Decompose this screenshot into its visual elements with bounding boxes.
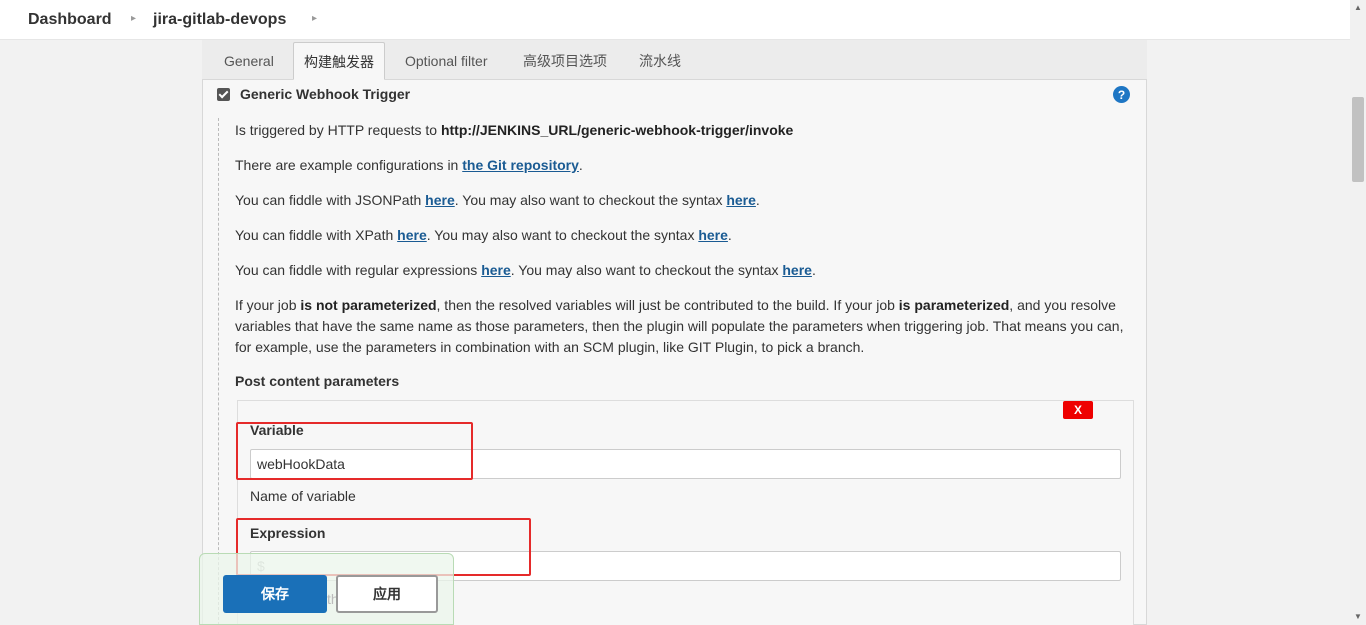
delete-parameter-button[interactable]: X [1063,401,1093,419]
breadcrumb-job[interactable]: jira-gitlab-devops [153,11,286,29]
parameterized-description: If your job is not parameterized, then t… [235,297,1124,355]
variable-highlight-box [236,422,473,480]
git-repository-link[interactable]: the Git repository [462,157,579,173]
xpath-description: You can fiddle with XPath here. You may … [235,227,732,243]
save-button[interactable]: 保存 [223,575,327,613]
scrollbar-thumb[interactable] [1352,97,1364,182]
variable-help-text: Name of variable [250,488,356,504]
tab-build-triggers[interactable]: 构建触发器 [293,42,385,80]
tab-advanced-project-options[interactable]: 高级项目选项 [513,42,617,80]
config-tabs: General 构建触发器 Optional filter 高级项目选项 流水线 [202,40,1147,80]
xpath-syntax-link[interactable]: here [698,227,728,243]
tab-general[interactable]: General [214,42,284,80]
xpath-fiddle-link[interactable]: here [397,227,427,243]
example-config-description: There are example configurations in the … [235,157,583,173]
trigger-url-description: Is triggered by HTTP requests to http://… [235,122,794,138]
breadcrumb-separator-icon[interactable]: ▸ [312,13,317,24]
section-indent-line [218,118,219,625]
jsonpath-description: You can fiddle with JSONPath here. You m… [235,192,760,208]
scroll-down-icon[interactable]: ▼ [1354,612,1362,621]
help-icon[interactable]: ? [1113,86,1130,103]
breadcrumb-bar: Dashboard ▸ jira-gitlab-devops ▸ [0,0,1350,40]
trigger-url: http://JENKINS_URL/generic-webhook-trigg… [440,122,794,138]
tab-optional-filter[interactable]: Optional filter [395,42,497,80]
tab-pipeline[interactable]: 流水线 [629,42,691,80]
page-scrollbar[interactable] [1350,0,1366,625]
regex-syntax-link[interactable]: here [782,262,812,278]
regex-fiddle-link[interactable]: here [481,262,511,278]
breadcrumb-separator-icon[interactable]: ▸ [131,13,136,24]
generic-webhook-trigger-row: Generic Webhook Trigger [217,86,410,102]
post-content-parameters-title: Post content parameters [235,373,400,389]
generic-webhook-trigger-checkbox[interactable] [217,87,230,101]
apply-button[interactable]: 应用 [336,575,438,613]
scroll-up-icon[interactable]: ▲ [1354,3,1362,12]
jsonpath-fiddle-link[interactable]: here [425,192,455,208]
breadcrumb-dashboard[interactable]: Dashboard [28,11,112,29]
jsonpath-syntax-link[interactable]: here [726,192,756,208]
regex-description: You can fiddle with regular expressions … [235,262,816,278]
generic-webhook-trigger-label[interactable]: Generic Webhook Trigger [240,86,410,102]
